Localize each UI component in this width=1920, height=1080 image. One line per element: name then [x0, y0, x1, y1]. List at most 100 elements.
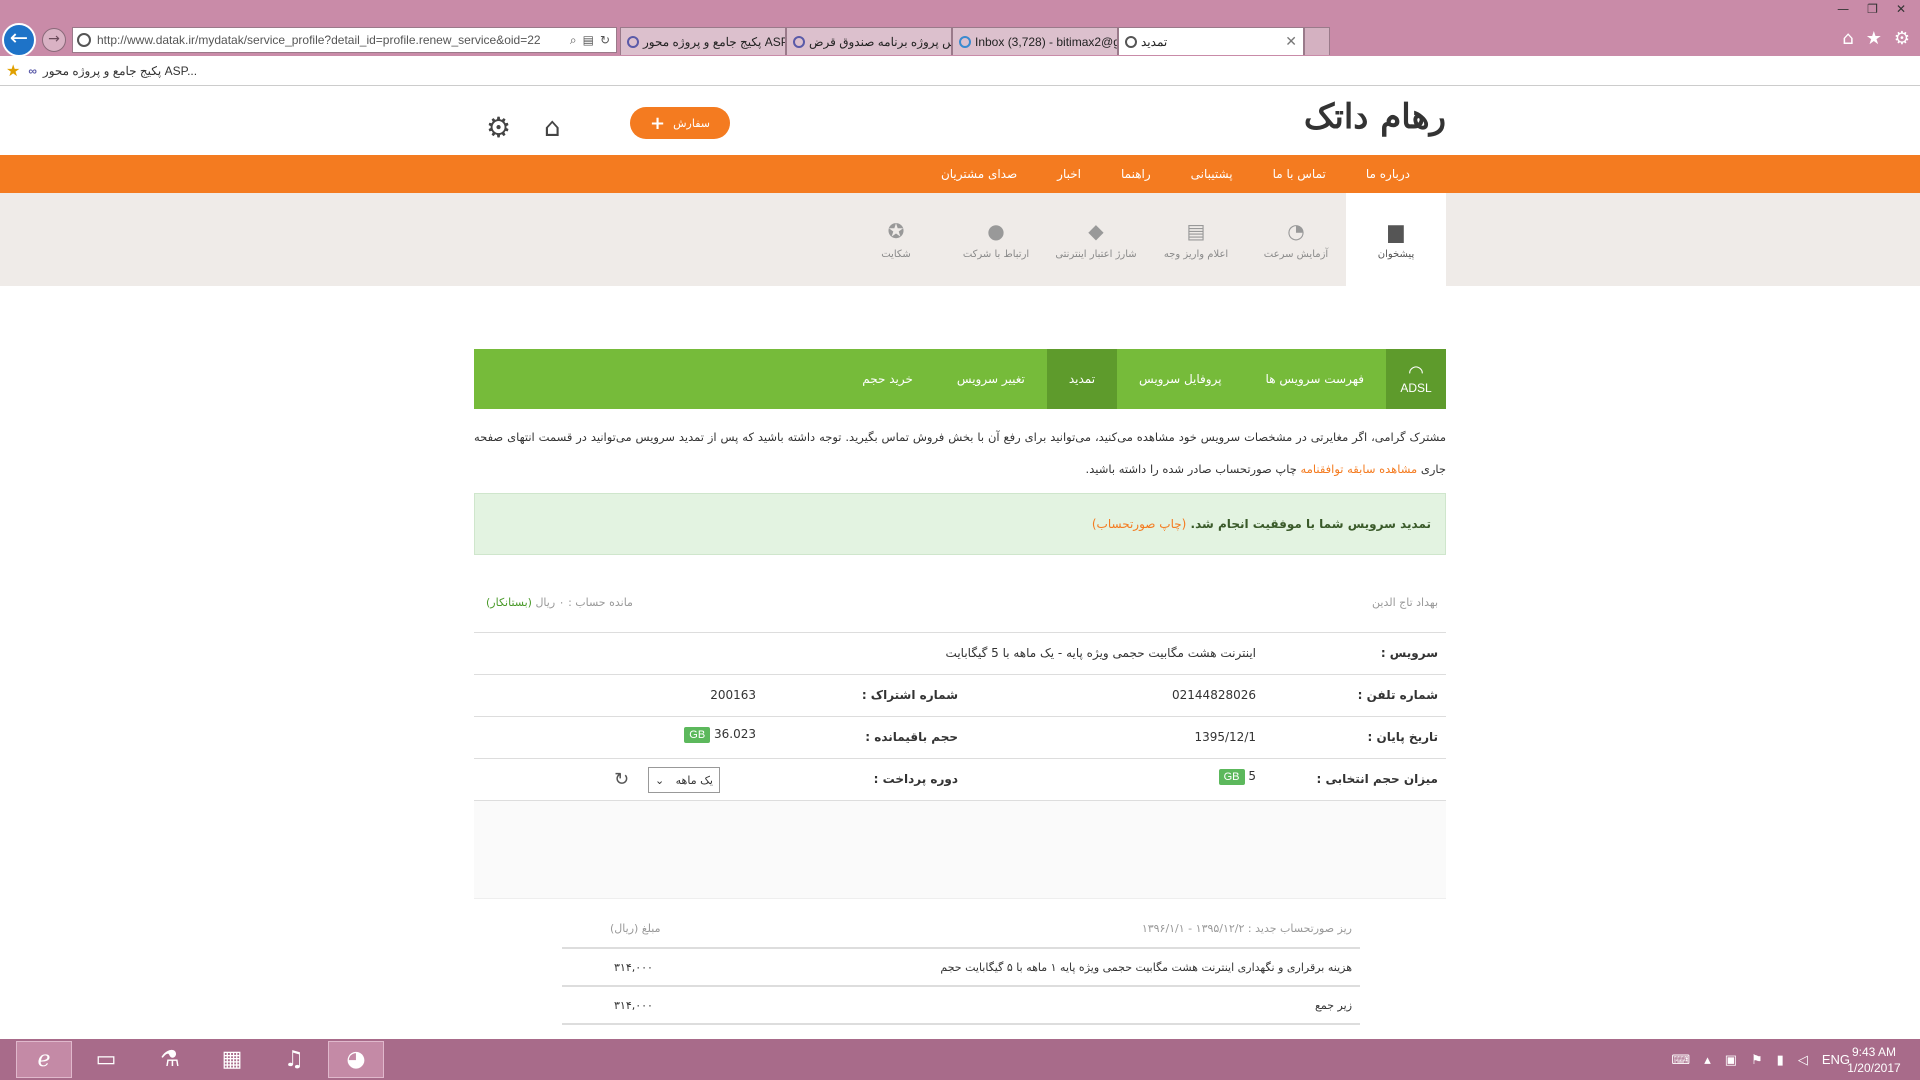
quick-item-credit-charge[interactable]: ◆ شارژ اعتبار اینترنتی	[1046, 193, 1146, 286]
tab-asp-package[interactable]: پکیج جامع و پروژه محور ASP.NET...	[620, 27, 786, 55]
remaining-volume: 36.023 GB	[684, 727, 756, 743]
notice-text: مشترک گرامی، اگر مغایرتی در مشخصات سرویس…	[474, 421, 1446, 485]
quick-item-contact-company[interactable]: ● ارتباط با شرکت	[946, 193, 1046, 286]
remaining-volume-value: 36.023	[714, 727, 756, 741]
close-window-icon[interactable]: ✕	[1896, 2, 1906, 16]
period-value: یک ماهه	[675, 773, 713, 787]
site-header: رهام داتک + سفارش ⌂ ⚙	[0, 87, 1920, 155]
minimize-icon[interactable]: —	[1837, 2, 1849, 16]
agreement-history-link[interactable]: مشاهده سابقه توافقنامه	[1301, 462, 1418, 476]
quick-item-dashboard[interactable]: ▆ پیشخوان	[1346, 193, 1446, 286]
invoice-desc: هزینه برقراری و نگهداری اینترنت هشت مگاب…	[940, 960, 1352, 974]
tab-renew-service[interactable]: تمدید	[1046, 349, 1118, 409]
music-player-icon[interactable]: ♫	[266, 1041, 322, 1078]
close-tab-icon[interactable]: ✕	[1277, 33, 1297, 50]
tab-inbox[interactable]: Inbox (3,728) - bitimax2@gmai...	[952, 27, 1118, 55]
new-tab-button[interactable]	[1304, 27, 1330, 55]
settings-gear-icon[interactable]: ⚙	[1894, 28, 1910, 49]
restore-icon[interactable]: ❐	[1867, 2, 1878, 16]
tab-favicon-icon	[1125, 35, 1137, 48]
gear-icon[interactable]: ⚙	[486, 111, 511, 144]
address-tools: ⌕ ▤ ↻	[564, 33, 616, 48]
order-button[interactable]: + سفارش	[630, 107, 730, 139]
chat-icon: ●	[987, 219, 1005, 243]
network-tool-icon[interactable]: ⚗	[142, 1041, 198, 1078]
volume-icon[interactable]: ◁	[1798, 1052, 1808, 1068]
tab-loan-fund[interactable]: سورس پروژه برنامه صندوق قرض...	[786, 27, 952, 55]
refresh-icon[interactable]: ↻	[614, 769, 629, 790]
favorites-star-icon[interactable]: ★	[1866, 28, 1882, 49]
wallet-icon: ▤	[1186, 219, 1206, 243]
ie-taskbar-icon[interactable]: ℯ	[16, 1041, 72, 1078]
network-icon[interactable]: ▣	[1725, 1052, 1737, 1068]
compat-icon[interactable]: ▤	[583, 33, 594, 48]
tab-renew[interactable]: تمدید ✕	[1118, 27, 1304, 55]
adsl-label: ADSL	[1400, 381, 1432, 395]
invoice-amount: ۳۱۴,۰۰۰	[614, 960, 653, 974]
tab-service-list[interactable]: فهرست سرویس ها	[1244, 349, 1386, 409]
end-date-value: 1395/12/1	[1194, 730, 1256, 744]
subscription-label: شماره اشتراک :	[861, 688, 958, 702]
blank-panel	[474, 801, 1446, 899]
nav-news[interactable]: اخبار	[1057, 167, 1081, 181]
nav-about[interactable]: درباره ما	[1366, 167, 1410, 181]
flag-icon[interactable]: ⚑	[1751, 1052, 1763, 1068]
window-controls: — ❐ ✕	[1837, 2, 1906, 16]
quick-item-speed-test[interactable]: ◔ آزمایش سرعت	[1246, 193, 1346, 286]
quick-item-payment-notice[interactable]: ▤ اعلام واریز وجه	[1146, 193, 1246, 286]
info-row-service: سرویس : اینترنت هشت مگابیت حجمی ویژه پای…	[474, 633, 1446, 675]
gb-badge: GB	[1218, 769, 1245, 785]
order-label: سفارش	[673, 116, 710, 130]
info-row-end-date: تاریخ پایان : 1395/12/1 حجم باقیمانده : …	[474, 717, 1446, 759]
adsl-badge: ◠ ADSL	[1386, 349, 1446, 409]
selected-volume: 5 GB	[1218, 769, 1256, 785]
globe-app-icon[interactable]: ◕	[328, 1041, 384, 1078]
back-button[interactable]: ←	[2, 23, 36, 57]
quick-item-label: شکایت	[881, 249, 911, 260]
tab-label: سورس پروژه برنامه صندوق قرض...	[809, 34, 951, 49]
favorites-star-icon[interactable]: ★	[6, 61, 20, 81]
web-page: رهام داتک + سفارش ⌂ ⚙ درباره ما تماس با …	[0, 87, 1920, 1039]
tag-icon: ◆	[1088, 219, 1104, 243]
account-summary: مانده حساب : ۰ ریال (بستانکار) بهداد تاج…	[474, 582, 1446, 622]
invoice-desc-header: ریز صورتحساب جدید : ۱۳۹۵/۱۲/۲ - ۱۳۹۶/۱/۱	[1141, 921, 1352, 935]
site-logo[interactable]: رهام داتک	[1250, 97, 1446, 137]
clock[interactable]: 9:43 AM 1/20/2017	[1842, 1044, 1906, 1076]
invoice-desc: زیر جمع	[1315, 998, 1352, 1012]
nav-customer-voice[interactable]: صدای مشتریان	[941, 167, 1017, 181]
service-value: اینترنت هشت مگابیت حجمی ویژه پایه - یک م…	[945, 646, 1256, 660]
tab-service-profile[interactable]: پروفایل سرویس	[1117, 349, 1244, 409]
end-date-label: تاریخ پایان :	[1367, 730, 1439, 744]
service-tabs: ◠ ADSL فهرست سرویس ها پروفایل سرویس تمدی…	[474, 349, 1446, 409]
media-player-icon[interactable]: ▦	[204, 1041, 260, 1078]
chevron-down-icon: ⌄	[655, 773, 665, 787]
print-invoice-link[interactable]: (چاپ صورتحساب)	[1092, 517, 1186, 531]
invoice-subtotal-row: ۳۱۴,۰۰۰ زیر جمع	[562, 987, 1360, 1025]
explorer-folder-icon[interactable]: ▭	[78, 1041, 134, 1078]
clock-date: 1/20/2017	[1847, 1061, 1901, 1075]
quick-menu: ▆ پیشخوان ◔ آزمایش سرعت ▤ اعلام واریز وج…	[0, 193, 1920, 286]
balance-value: ۰ ریال	[535, 595, 565, 609]
tab-change-service[interactable]: تغییر سرویس	[935, 349, 1047, 409]
home-icon[interactable]: ⌂	[1842, 28, 1853, 49]
nav-support[interactable]: پشتیبانی	[1191, 167, 1233, 181]
info-row-volume: میزان حجم انتخابی : 5 GB دوره پرداخت : ی…	[474, 759, 1446, 801]
signal-icon[interactable]: ▮	[1777, 1052, 1784, 1068]
router-icon: ◠	[1408, 362, 1424, 382]
search-icon[interactable]: ⌕	[570, 33, 577, 48]
keyboard-icon[interactable]: ⌨	[1671, 1052, 1690, 1068]
payment-period-select[interactable]: یک ماهه ⌄	[648, 767, 720, 793]
tray-expand-icon[interactable]: ▴	[1704, 1052, 1711, 1068]
forward-button[interactable]: →	[42, 28, 66, 52]
home-icon[interactable]: ⌂	[544, 113, 561, 143]
tab-buy-volume[interactable]: خرید حجم	[840, 349, 935, 409]
nav-guide[interactable]: راهنما	[1121, 167, 1151, 181]
nav-contact[interactable]: تماس با ما	[1273, 167, 1326, 181]
address-bar[interactable]: http://www.datak.ir/mydatak/service_prof…	[72, 27, 617, 53]
invoice-amount: ۳۱۴,۰۰۰	[614, 998, 653, 1012]
quick-item-complaint[interactable]: ✪ شکایت	[846, 193, 946, 286]
favorite-link[interactable]: پکیج جامع و پروژه محور ASP...	[43, 64, 197, 78]
url-text[interactable]: http://www.datak.ir/mydatak/service_prof…	[97, 33, 564, 47]
service-info-table: سرویس : اینترنت هشت مگابیت حجمی ویژه پای…	[474, 632, 1446, 899]
refresh-icon[interactable]: ↻	[600, 33, 610, 48]
